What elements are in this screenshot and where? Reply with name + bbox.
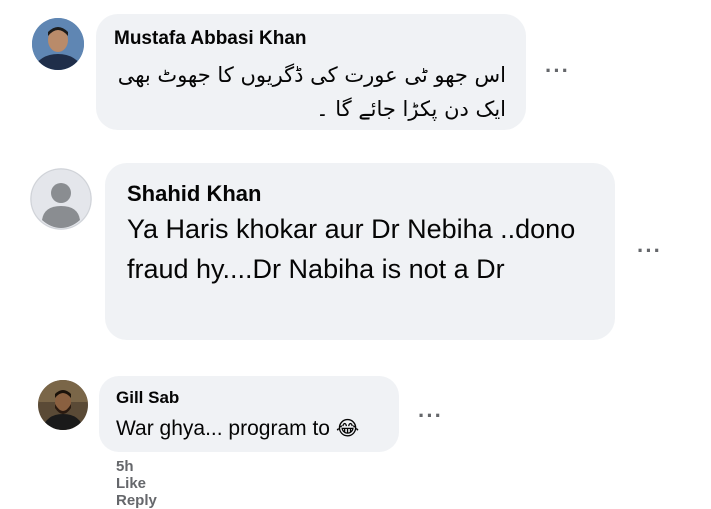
- like-button[interactable]: Like: [116, 475, 146, 492]
- more-options-button[interactable]: ···: [637, 240, 662, 262]
- comment-author[interactable]: Mustafa Abbasi Khan: [114, 28, 307, 50]
- default-avatar-icon: [30, 168, 92, 230]
- reply-button[interactable]: Reply: [116, 492, 157, 509]
- comment-author[interactable]: Gill Sab: [116, 388, 179, 408]
- comment-text-body: War ghya... program to: [116, 417, 330, 440]
- more-options-button[interactable]: ···: [545, 60, 570, 82]
- comment-bubble: Shahid Khan Ya Haris khokar aur Dr Nebih…: [105, 163, 615, 340]
- avatar[interactable]: [30, 168, 92, 230]
- comment-timestamp[interactable]: 5h: [116, 458, 134, 475]
- profile-photo-icon: [32, 18, 84, 70]
- profile-photo-icon: [38, 380, 88, 430]
- laughing-emoji-icon: 😂: [335, 416, 360, 440]
- comment-author[interactable]: Shahid Khan: [127, 181, 261, 207]
- comment-actions: 5h Like Reply: [116, 458, 175, 509]
- avatar[interactable]: [32, 18, 84, 70]
- avatar[interactable]: [38, 380, 88, 430]
- comment-bubble: Mustafa Abbasi Khan اس جھو ٹی عورت کی ڈگ…: [96, 14, 526, 130]
- comment-text: اس جھو ٹی عورت کی ڈگریوں کا جھوٹ بھی ایک…: [117, 63, 506, 121]
- comment-text: War ghya... program to 😂: [116, 416, 359, 441]
- comment-text: Ya Haris khokar aur Dr Nebiha ..dono fra…: [127, 214, 576, 284]
- comment-bubble: Gill Sab War ghya... program to 😂: [99, 376, 399, 452]
- more-options-button[interactable]: ···: [418, 405, 443, 427]
